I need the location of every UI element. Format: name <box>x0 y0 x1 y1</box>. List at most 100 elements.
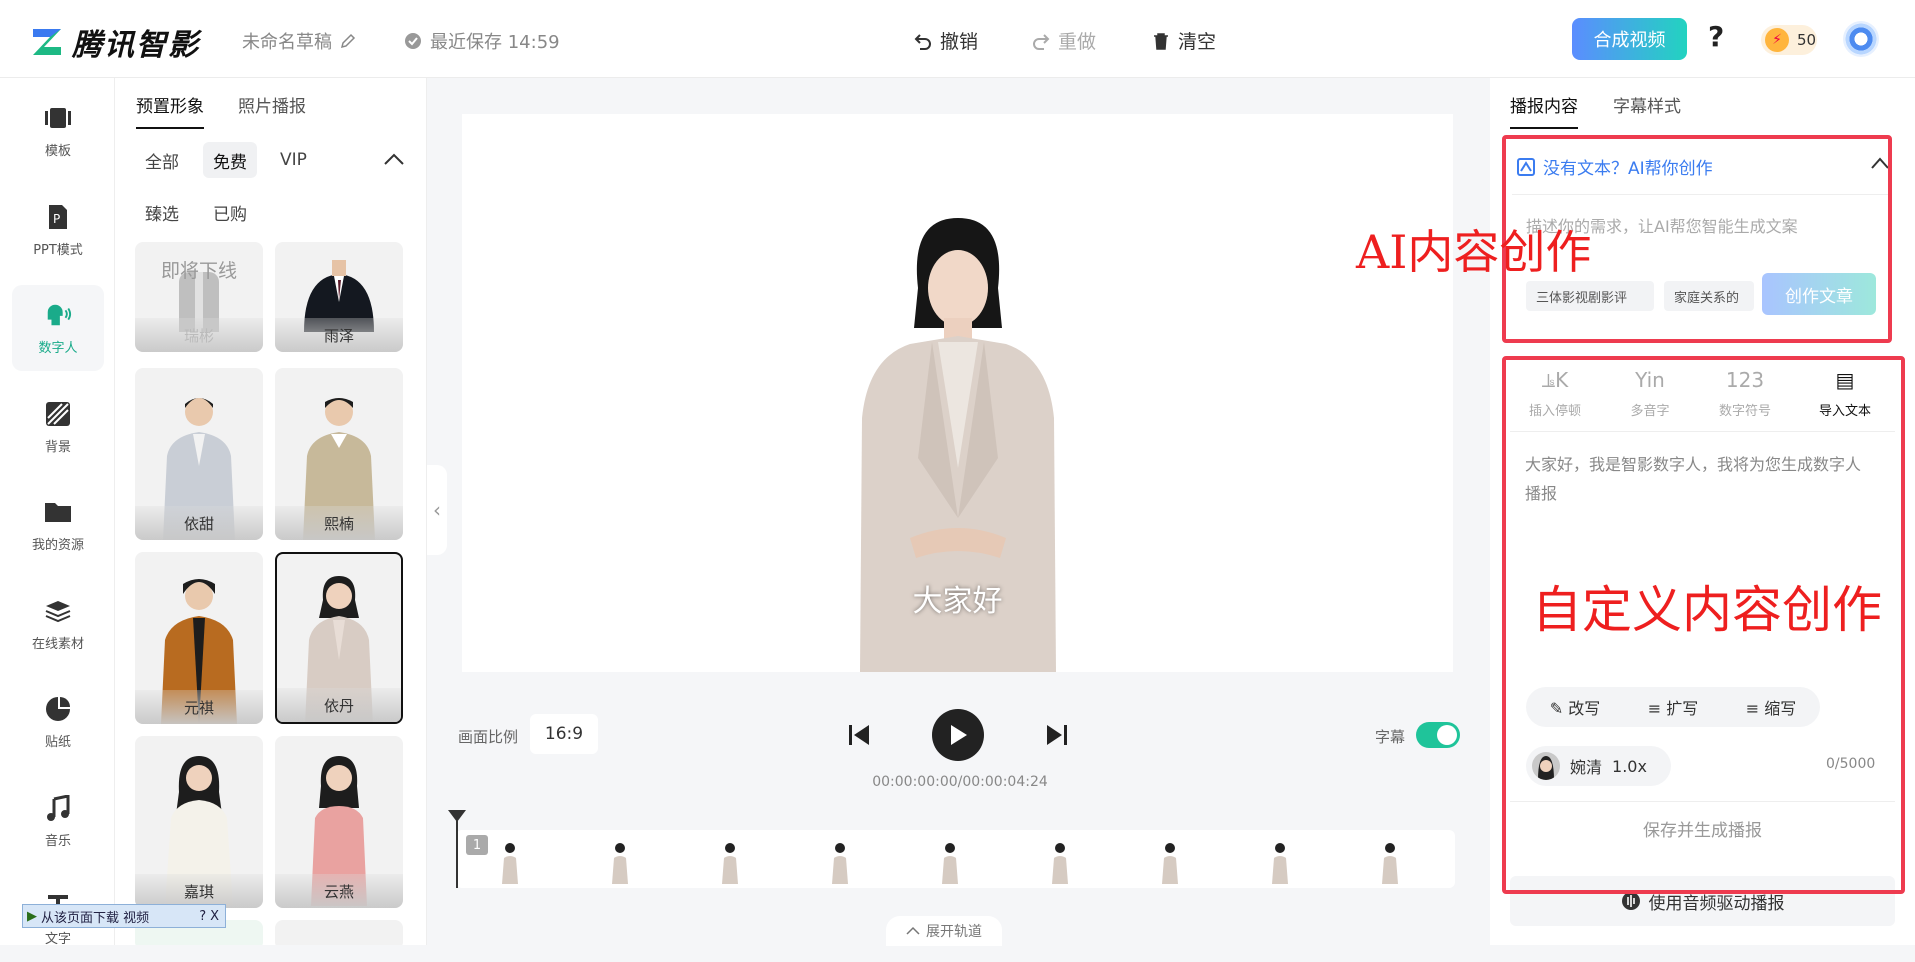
aspect-ratio-label: 画面比例 <box>458 728 519 746</box>
track-thumbnails <box>502 843 1398 884</box>
undo-icon <box>914 33 931 50</box>
redo-label: 重做 <box>1058 31 1097 53</box>
svg-text:P: P <box>53 212 60 226</box>
expand-track-button[interactable]: 展开轨道 <box>886 916 1002 946</box>
nav-label: 数字人 <box>38 340 78 356</box>
offline-notice: 即将下线 <box>160 260 237 282</box>
coin-count: 50 <box>1797 31 1817 49</box>
help-icon[interactable]: ? <box>1708 20 1724 53</box>
draft-title[interactable]: 未命名草稿 <box>242 28 356 54</box>
filter-free[interactable]: 免费 <box>203 142 257 178</box>
brand-name: 腾讯智影 <box>72 28 200 63</box>
download-close-icon[interactable]: X <box>210 909 219 924</box>
nav-item-my-resources[interactable]: 我的资源 <box>12 482 104 568</box>
avatar-card[interactable]: 熙楠 <box>275 368 403 540</box>
sticker-icon <box>44 695 72 723</box>
avatar-name: 瑞彬 <box>135 318 263 352</box>
download-bar-label[interactable]: 从该页面下载 视频 <box>41 907 149 926</box>
custom-creation-annotation: 自定义内容创作 <box>1532 581 1882 639</box>
nav-label: 我的资源 <box>31 537 84 553</box>
nav-label: 模板 <box>44 143 71 159</box>
avatar-card[interactable]: 依甜 <box>135 368 263 540</box>
nav-item-template[interactable]: 模板 <box>12 88 104 174</box>
logo-mark-icon <box>33 29 61 55</box>
redo-icon <box>1033 33 1050 50</box>
avatar-card[interactable]: 即将下线 瑞彬 <box>135 242 263 352</box>
redo-button[interactable]: 重做 <box>1032 27 1096 54</box>
play-button[interactable] <box>932 709 984 761</box>
filter-purchased[interactable]: 已购 <box>203 194 257 230</box>
compose-video-button[interactable]: 合成视频 <box>1572 18 1687 60</box>
brand-logo[interactable]: 腾讯智影 <box>30 20 200 64</box>
chevron-up-icon <box>906 926 920 935</box>
preview-canvas[interactable]: 大家好 <box>462 114 1453 672</box>
user-avatar[interactable] <box>1843 21 1879 57</box>
avatar-name: 云燕 <box>275 874 403 908</box>
subtitle-overlay[interactable]: 大家好 <box>462 576 1453 620</box>
undo-button[interactable]: 撤销 <box>914 27 978 54</box>
edit-pencil-icon[interactable] <box>340 33 356 49</box>
tab-subtitle-style[interactable]: 字幕样式 <box>1613 92 1681 127</box>
chevron-up-icon[interactable] <box>383 152 405 166</box>
clear-button[interactable]: 清空 <box>1152 27 1216 54</box>
avatar-card[interactable] <box>275 920 403 945</box>
avatar-card-selected[interactable]: 依丹 <box>275 552 403 724</box>
subtitle-toggle[interactable] <box>1416 722 1460 748</box>
ppt-icon: P <box>44 203 72 231</box>
expand-track-label: 展开轨道 <box>926 924 982 940</box>
video-download-bar[interactable]: ▶ 从该页面下载 视频 ? X <box>22 904 226 928</box>
tab-photo-broadcast[interactable]: 照片播报 <box>238 92 306 127</box>
nav-label: 背景 <box>44 439 71 455</box>
nav-item-background[interactable]: 背景 <box>12 384 104 470</box>
top-bar: 腾讯智影 未命名草稿 最近保存 14:59 撤销 重做 清空 合成视频 ? ⚡ … <box>0 0 1915 78</box>
play-icon <box>951 725 967 745</box>
audio-wave-icon <box>1621 892 1640 910</box>
coin-balance[interactable]: ⚡ 50 <box>1761 25 1817 55</box>
music-icon <box>44 794 72 822</box>
filter-all[interactable]: 全部 <box>135 142 189 178</box>
nav-label: 在线素材 <box>31 636 84 652</box>
nav-item-sticker[interactable]: 贴纸 <box>12 679 104 765</box>
nav-label: 文字 <box>44 931 71 947</box>
coin-icon: ⚡ <box>1765 28 1789 52</box>
aspect-ratio-select[interactable]: 16:9 <box>530 714 598 754</box>
filter-premium[interactable]: 臻选 <box>135 194 189 230</box>
layers-icon <box>44 597 72 625</box>
nav-item-ppt[interactable]: P PPT模式 <box>12 187 104 273</box>
tab-preset-avatar[interactable]: 预置形象 <box>136 92 204 129</box>
avatar-card[interactable]: 云燕 <box>275 736 403 908</box>
nav-item-digital-human[interactable]: 数字人 <box>12 285 104 371</box>
avatar-card[interactable]: 元祺 <box>135 552 263 724</box>
collapse-panel-handle[interactable]: ‹ <box>427 465 447 555</box>
avatar-name: 元祺 <box>135 690 263 724</box>
track-number: 1 <box>466 835 488 855</box>
ai-creation-annotation: AI内容创作 <box>1356 225 1592 279</box>
undo-label: 撤销 <box>940 31 979 53</box>
timeline-track[interactable]: 1 <box>456 830 1455 888</box>
avatar-name: 熙楠 <box>275 506 403 540</box>
avatar-name: 嘉琪 <box>135 874 263 908</box>
background-icon <box>44 400 72 428</box>
avatar-panel: 预置形象 照片播报 全部 免费 VIP 臻选 已购 即将下线 瑞彬 雨泽 依甜 … <box>115 78 427 945</box>
nav-label: 贴纸 <box>44 734 71 750</box>
nav-item-online-material[interactable]: 在线素材 <box>12 581 104 667</box>
filter-vip[interactable]: VIP <box>270 142 317 178</box>
avatar-name: 雨泽 <box>275 318 403 352</box>
avatar-card[interactable]: 嘉琪 <box>135 736 263 908</box>
template-icon <box>44 104 72 132</box>
nav-label: 音乐 <box>44 833 71 849</box>
download-help-icon[interactable]: ? <box>199 909 206 924</box>
avatar-name: 依丹 <box>277 688 401 722</box>
folder-icon <box>44 498 72 526</box>
tab-broadcast-content[interactable]: 播报内容 <box>1510 92 1578 129</box>
draft-name[interactable]: 未命名草稿 <box>242 28 332 54</box>
nav-item-music[interactable]: 音乐 <box>12 778 104 864</box>
playhead[interactable] <box>448 810 466 888</box>
skip-back-icon[interactable] <box>846 722 872 748</box>
avatar-name: 依甜 <box>135 506 263 540</box>
skip-forward-icon[interactable] <box>1044 722 1070 748</box>
digital-human-icon <box>44 301 72 329</box>
timecode: 00:00:00:00/00:00:04:24 <box>872 774 1048 790</box>
avatar-card[interactable]: 雨泽 <box>275 242 403 352</box>
saved-time: 最近保存 14:59 <box>430 32 560 53</box>
